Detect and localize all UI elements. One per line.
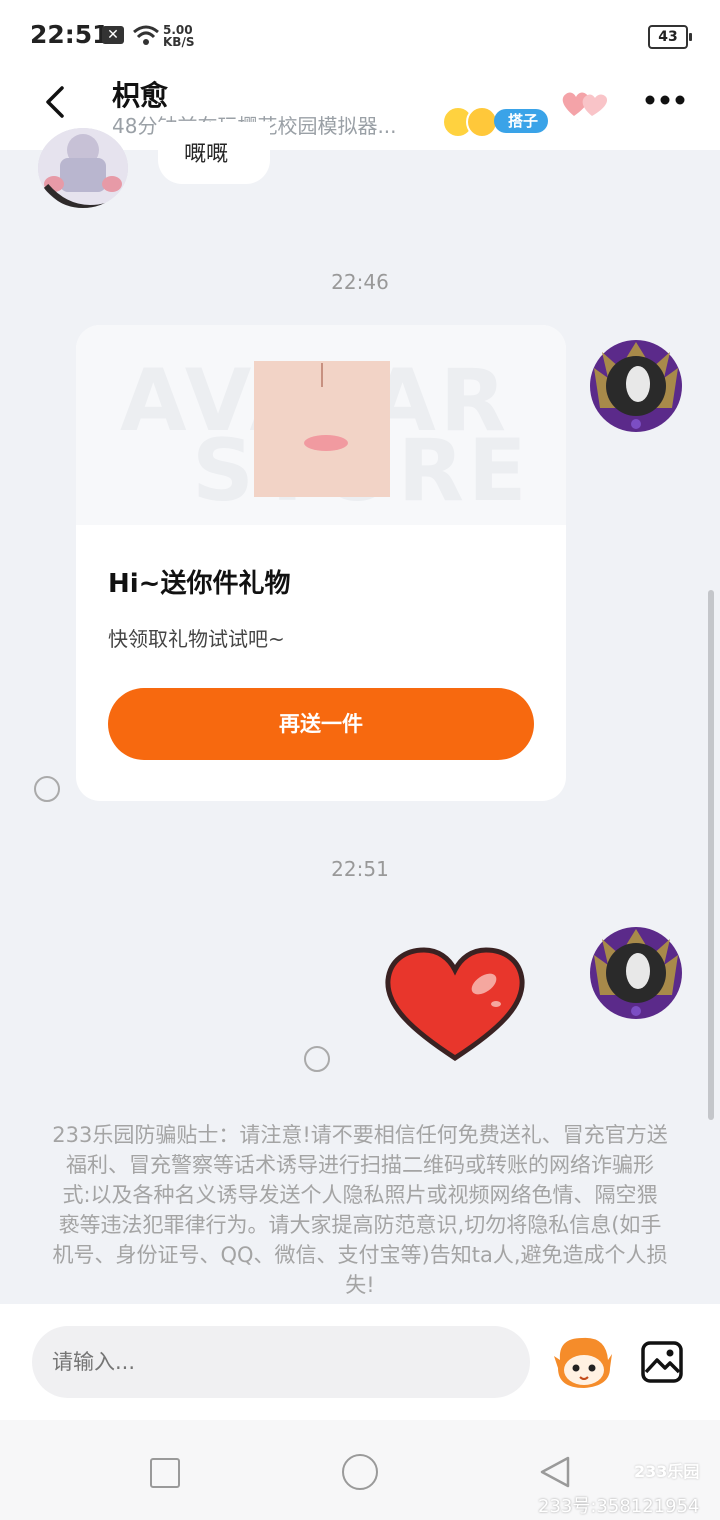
framed-avatar-icon	[590, 927, 682, 1019]
net-speed-unit: KB/S	[163, 35, 195, 49]
timestamp: 22:51	[331, 857, 389, 881]
cat-avatar-icon	[38, 128, 128, 208]
contact-name[interactable]: 枳愈	[112, 74, 168, 114]
select-radio[interactable]	[304, 1046, 330, 1072]
gift-card-subtitle: 快领取礼物试试吧~	[108, 627, 285, 651]
gift-image: AVATAR STORE	[76, 325, 566, 525]
back-nav-icon[interactable]	[538, 1454, 574, 1490]
home-icon[interactable]	[342, 1454, 378, 1490]
send-again-button[interactable]: 再送一件	[108, 688, 534, 760]
watermark-id: 233号:358121954	[538, 1496, 700, 1517]
relation-badge: 搭子	[494, 109, 549, 133]
system-nav-bar: 233乐园 233号:358121954	[0, 1420, 720, 1520]
image-icon[interactable]	[640, 1340, 684, 1384]
heart-sticker-icon[interactable]	[384, 946, 526, 1062]
input-bar	[0, 1304, 720, 1420]
message-input[interactable]	[32, 1326, 530, 1398]
message-text: 嘅嘅	[184, 142, 229, 167]
gift-card[interactable]: AVATAR STORE Hi~送你件礼物 快领取礼物试试吧~ 再送一件	[76, 325, 566, 801]
framed-avatar-icon	[590, 340, 682, 432]
recent-apps-icon[interactable]	[150, 1458, 180, 1488]
self-avatar[interactable]	[588, 925, 684, 1021]
gift-card-title: Hi~送你件礼物	[108, 569, 291, 599]
status-time: 22:51	[30, 20, 110, 49]
battery-icon: 43	[648, 25, 692, 49]
more-icon[interactable]	[644, 94, 686, 106]
anti-fraud-notice: 233乐园防骗贴士：请注意!请不要相信任何免费送礼、冒充官方送福利、冒充警察等话…	[52, 1123, 668, 1297]
mascot-emoji-icon[interactable]	[552, 1330, 616, 1394]
timestamp: 22:46	[331, 270, 389, 294]
select-radio[interactable]	[34, 776, 60, 802]
face-icon	[304, 363, 348, 451]
avatar-face-image	[254, 361, 390, 497]
message-bubble: 嘅嘅	[158, 122, 270, 184]
self-avatar[interactable]	[588, 338, 684, 434]
back-arrow-icon[interactable]	[38, 82, 78, 122]
watermark-logo: 233乐园	[634, 1462, 700, 1481]
scrollbar[interactable]	[708, 590, 714, 1120]
contact-avatar[interactable]	[38, 128, 128, 208]
wifi-icon	[133, 25, 159, 45]
status-bar: 22:51 ✕ 5.00 KB/S 43	[0, 0, 720, 70]
hearts-icon[interactable]	[560, 86, 610, 120]
notification-icon: ✕	[102, 26, 124, 44]
net-speed: 5.00 KB/S	[163, 24, 194, 48]
